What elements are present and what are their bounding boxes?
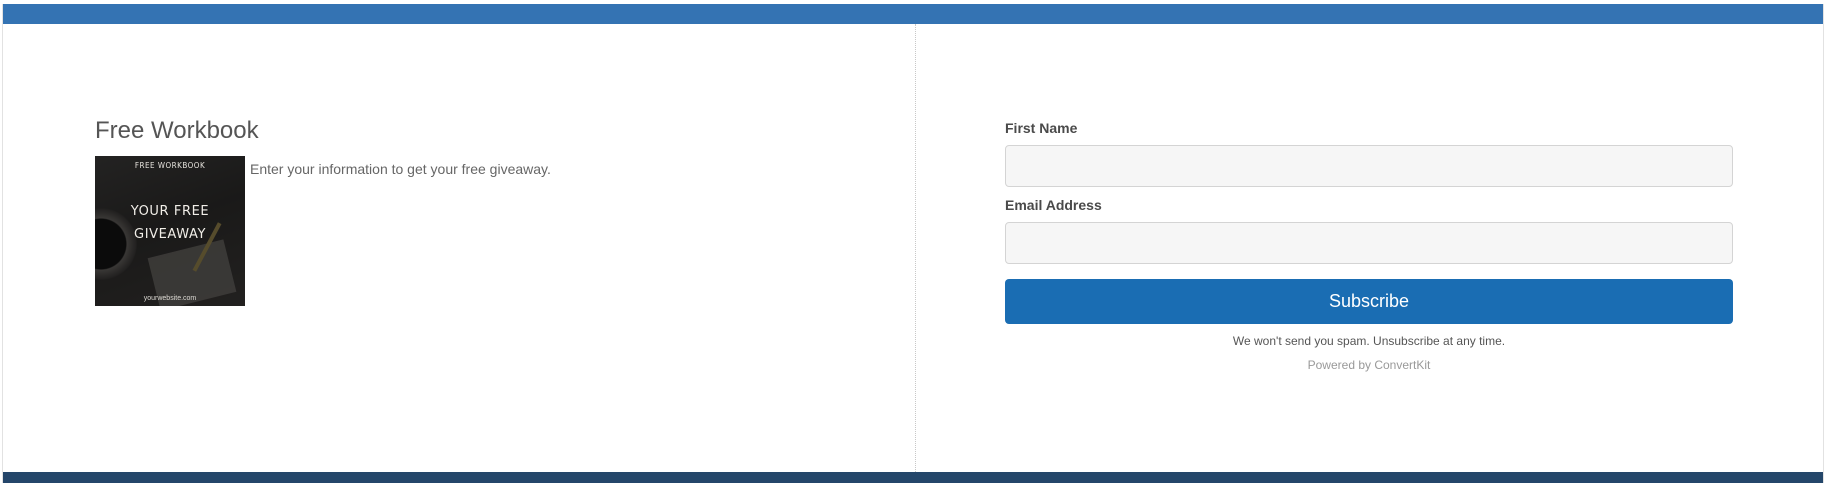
bottom-accent-bar bbox=[3, 472, 1823, 483]
offer-description: Enter your information to get your free … bbox=[250, 161, 551, 177]
subscribe-button[interactable]: Subscribe bbox=[1005, 279, 1733, 324]
email-label: Email Address bbox=[1005, 197, 1102, 213]
workbook-cover-image: FREE WORKBOOK YOUR FREE GIVEAWAY yourweb… bbox=[95, 156, 245, 306]
first-name-field[interactable] bbox=[1005, 145, 1733, 187]
cover-footer-text: yourwebsite.com bbox=[143, 295, 197, 302]
first-name-label: First Name bbox=[1005, 120, 1078, 136]
cover-main-text: YOUR FREE GIVEAWAY bbox=[130, 204, 210, 242]
email-field[interactable] bbox=[1005, 222, 1733, 264]
cover-top-text: FREE WORKBOOK bbox=[134, 161, 206, 170]
top-accent-bar bbox=[3, 4, 1823, 24]
offer-heading: Free Workbook bbox=[95, 117, 259, 144]
column-divider bbox=[915, 24, 916, 472]
offer-panel: Free Workbook FREE WORKBOOK YOUR FREE GI… bbox=[95, 116, 551, 306]
spam-notice: We won't send you spam. Unsubscribe at a… bbox=[1232, 334, 1506, 348]
powered-by-link[interactable]: Powered by ConvertKit bbox=[1005, 358, 1733, 372]
form-frame: Free Workbook FREE WORKBOOK YOUR FREE GI… bbox=[2, 4, 1824, 483]
signup-form: First Name Email Address Subscribe We wo… bbox=[1005, 119, 1733, 372]
offer-media: FREE WORKBOOK YOUR FREE GIVEAWAY yourweb… bbox=[95, 156, 551, 306]
